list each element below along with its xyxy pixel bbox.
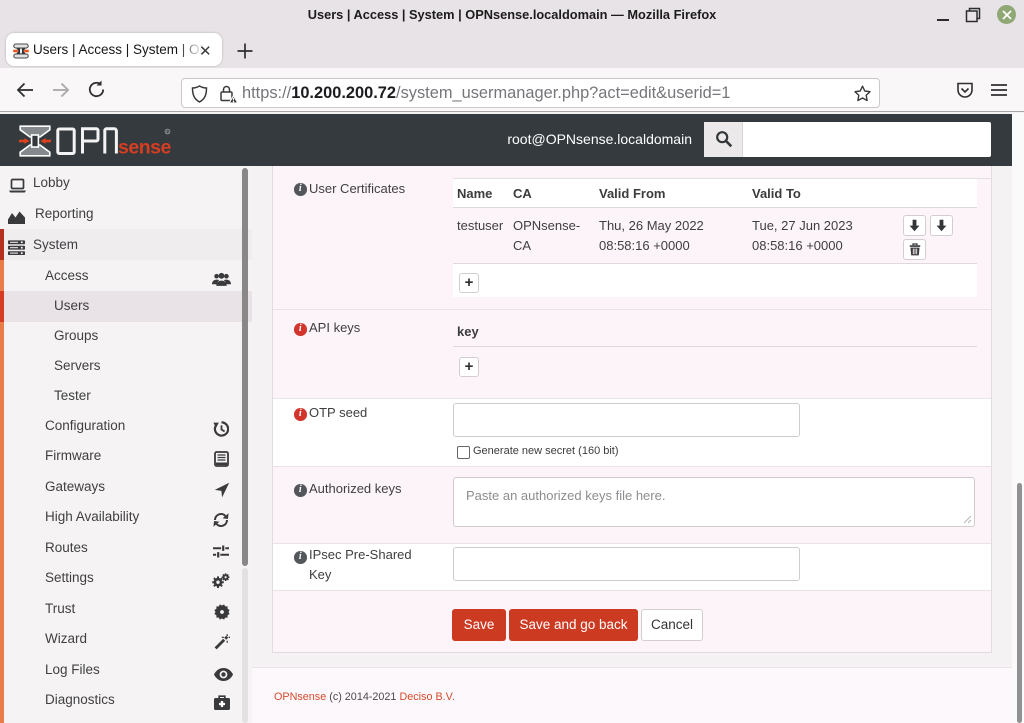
svg-text:R: R (166, 129, 169, 134)
svg-text:sense: sense (118, 137, 171, 158)
